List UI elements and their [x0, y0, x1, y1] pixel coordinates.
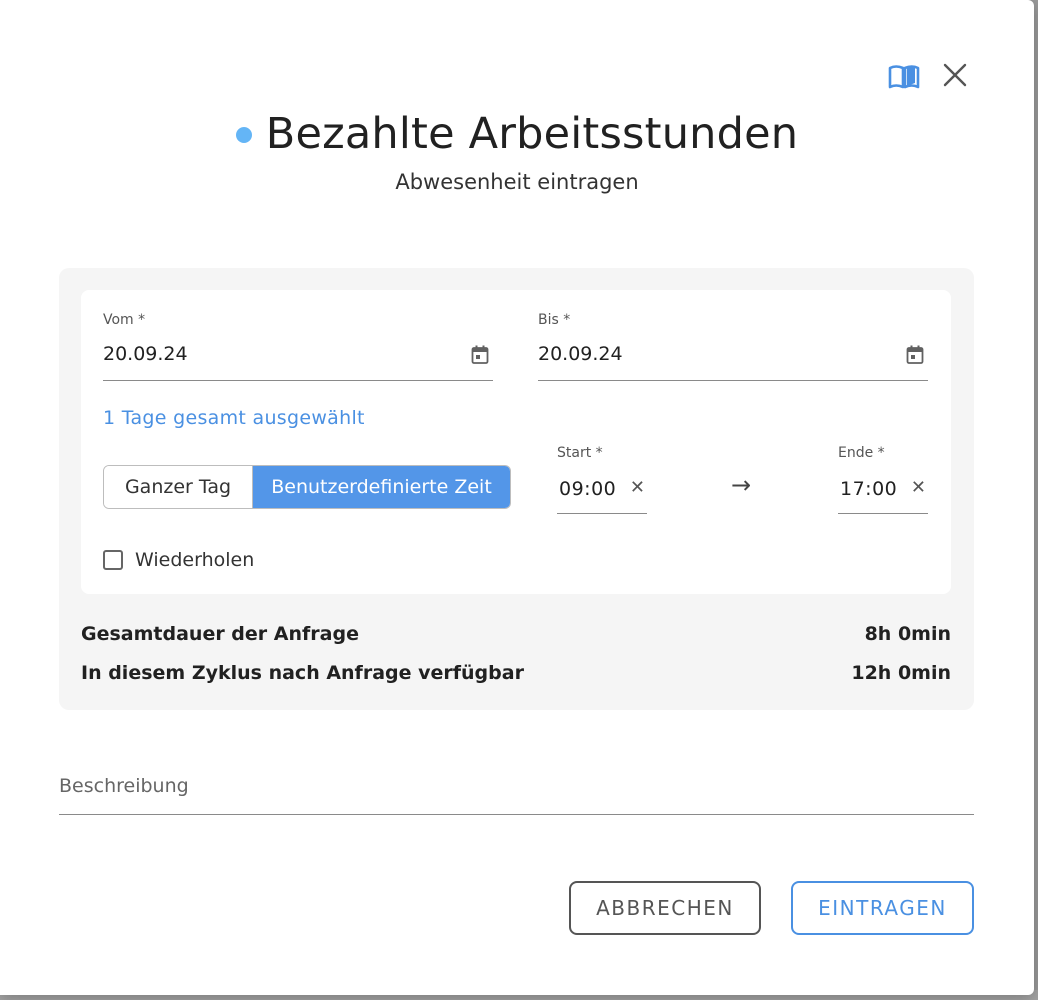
clear-end-icon[interactable]: ✕: [911, 477, 926, 498]
days-selected-text: 1 Tage gesamt ausgewählt: [103, 407, 365, 429]
arrow-right-icon: →: [731, 471, 752, 499]
clear-start-icon[interactable]: ✕: [630, 477, 645, 498]
end-time-field[interactable]: Ende * 17:00 ✕: [838, 445, 928, 515]
from-date-field[interactable]: Vom * 20.09.24: [103, 312, 493, 382]
description-input[interactable]: Beschreibung: [59, 775, 189, 797]
toggle-custom-time[interactable]: Benutzerdefinierte Zeit: [253, 466, 510, 508]
calendar-icon[interactable]: [471, 345, 489, 365]
submit-button[interactable]: EINTRAGEN: [791, 881, 974, 935]
repeat-label[interactable]: Wiederholen: [135, 549, 254, 571]
cancel-button[interactable]: ABBRECHEN: [569, 881, 761, 935]
start-time-label: Start *: [557, 445, 603, 461]
dialog-title: Bezahlte Arbeitsstunden: [265, 109, 799, 159]
dialog-subtitle: Abwesenheit eintragen: [395, 170, 639, 194]
total-duration-value: 8h 0min: [864, 623, 951, 645]
end-time-value[interactable]: 17:00: [840, 478, 897, 500]
toggle-full-day[interactable]: Ganzer Tag: [104, 466, 253, 508]
available-label: In diesem Zyklus nach Anfrage verfügbar: [81, 662, 524, 684]
to-date-underline: [538, 380, 928, 381]
start-time-underline: [557, 513, 647, 514]
start-time-value[interactable]: 09:00: [559, 478, 616, 500]
help-book-button[interactable]: [884, 60, 924, 94]
category-color-dot: [235, 127, 252, 143]
calendar-icon[interactable]: [906, 345, 924, 365]
end-time-underline: [838, 513, 928, 514]
total-duration-row: Gesamtdauer der Anfrage 8h 0min: [81, 623, 951, 645]
absence-dialog: Bezahlte Arbeitsstunden Abwesenheit eint…: [0, 0, 1034, 995]
request-panel: Vom * 20.09.24 Bis * 20.09.24 1 Tage ges…: [59, 268, 974, 710]
title-row: Bezahlte Arbeitsstunden: [0, 106, 1034, 162]
to-date-value[interactable]: 20.09.24: [538, 343, 623, 365]
from-date-value[interactable]: 20.09.24: [103, 343, 188, 365]
close-icon: [943, 63, 967, 87]
book-open-icon: [888, 65, 920, 89]
available-value: 12h 0min: [851, 662, 951, 684]
from-date-underline: [103, 380, 493, 381]
time-mode-toggle: Ganzer Tag Benutzerdefinierte Zeit: [103, 465, 511, 509]
to-date-label: Bis *: [538, 312, 571, 328]
start-time-field[interactable]: Start * 09:00 ✕: [557, 445, 647, 515]
to-date-field[interactable]: Bis * 20.09.24: [538, 312, 928, 382]
available-row: In diesem Zyklus nach Anfrage verfügbar …: [81, 662, 951, 684]
end-time-label: Ende *: [838, 445, 885, 461]
description-underline: [59, 814, 974, 815]
close-button[interactable]: [937, 57, 973, 93]
from-date-label: Vom *: [103, 312, 146, 328]
date-time-card: Vom * 20.09.24 Bis * 20.09.24 1 Tage ges…: [81, 290, 951, 594]
repeat-checkbox[interactable]: [103, 550, 123, 570]
total-duration-label: Gesamtdauer der Anfrage: [81, 623, 359, 645]
repeat-row: Wiederholen: [103, 549, 254, 571]
